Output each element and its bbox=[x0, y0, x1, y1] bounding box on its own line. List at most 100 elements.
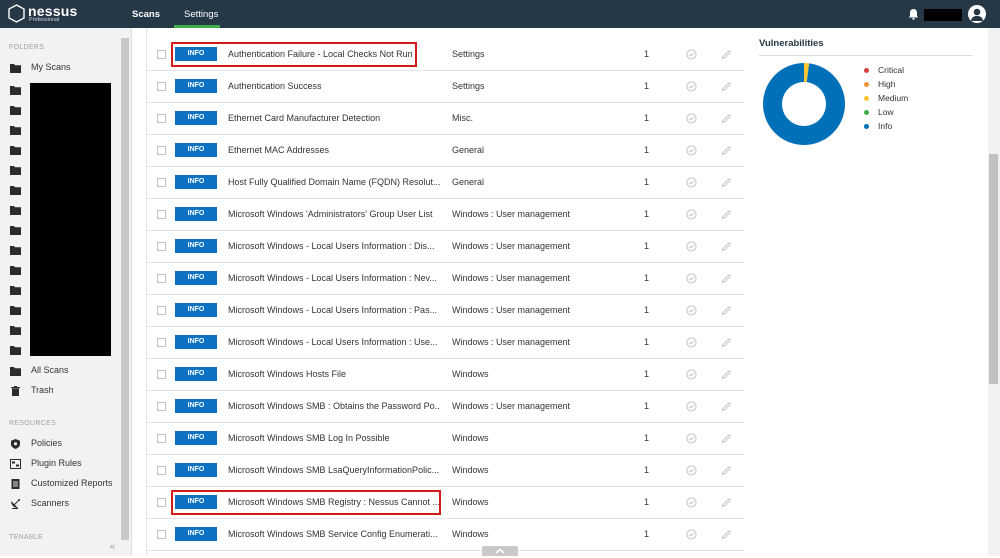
sidebar-item-label: Policies bbox=[31, 438, 63, 448]
table-row[interactable]: INFO Microsoft Windows SMB Log In Possibl… bbox=[147, 423, 744, 455]
row-checkbox[interactable] bbox=[157, 242, 166, 251]
collapse-sidebar-icon[interactable]: « bbox=[110, 541, 115, 551]
check-circle-icon[interactable] bbox=[686, 433, 697, 444]
check-circle-icon[interactable] bbox=[686, 465, 697, 476]
pencil-icon[interactable] bbox=[721, 113, 732, 124]
notifications-bell-icon[interactable] bbox=[908, 8, 919, 20]
pencil-icon[interactable] bbox=[721, 145, 732, 156]
pencil-icon[interactable] bbox=[721, 401, 732, 412]
table-row[interactable]: INFO Microsoft Windows - Local Users Info… bbox=[147, 295, 744, 327]
check-circle-icon[interactable] bbox=[686, 209, 697, 220]
check-circle-icon[interactable] bbox=[686, 529, 697, 540]
row-checkbox[interactable] bbox=[157, 466, 166, 475]
check-circle-icon[interactable] bbox=[686, 273, 697, 284]
row-checkbox[interactable] bbox=[157, 274, 166, 283]
sidebar-item-plugin-rules[interactable]: Plugin Rules bbox=[0, 455, 118, 473]
table-row[interactable]: INFO Microsoft Windows SMB : Obtains the … bbox=[147, 391, 744, 423]
check-circle-icon[interactable] bbox=[686, 81, 697, 92]
row-checkbox[interactable] bbox=[157, 146, 166, 155]
check-circle-icon[interactable] bbox=[686, 145, 697, 156]
table-row[interactable]: INFO Authentication Failure - Local Check… bbox=[147, 39, 744, 71]
plugin-name[interactable]: Microsoft Windows SMB : Obtains the Pass… bbox=[228, 401, 440, 411]
check-circle-icon[interactable] bbox=[686, 305, 697, 316]
check-circle-icon[interactable] bbox=[686, 497, 697, 508]
pencil-icon[interactable] bbox=[721, 49, 732, 60]
plugin-name[interactable]: Ethernet MAC Addresses bbox=[228, 145, 440, 155]
plugin-name[interactable]: Host Fully Qualified Domain Name (FQDN) … bbox=[228, 177, 440, 187]
table-row[interactable]: INFO Microsoft Windows - Local Users Info… bbox=[147, 327, 744, 359]
plugin-name[interactable]: Microsoft Windows SMB Log In Possible bbox=[228, 433, 440, 443]
sidebar-item-scanners[interactable]: Scanners bbox=[0, 495, 118, 513]
check-circle-icon[interactable] bbox=[686, 49, 697, 60]
row-checkbox[interactable] bbox=[157, 402, 166, 411]
pencil-icon[interactable] bbox=[721, 177, 732, 188]
sidebar-item-policies[interactable]: Policies bbox=[0, 435, 118, 453]
tab-scans[interactable]: Scans bbox=[132, 9, 160, 20]
plugin-family: Windows : User management bbox=[452, 241, 571, 251]
plugin-name[interactable]: Microsoft Windows Hosts File bbox=[228, 369, 440, 379]
pencil-icon[interactable] bbox=[721, 81, 732, 92]
pencil-icon[interactable] bbox=[721, 465, 732, 476]
main-scrollbar-thumb[interactable] bbox=[989, 154, 998, 384]
row-checkbox[interactable] bbox=[157, 498, 166, 507]
plugin-name[interactable]: Microsoft Windows - Local Users Informat… bbox=[228, 337, 440, 347]
row-checkbox[interactable] bbox=[157, 306, 166, 315]
pencil-icon[interactable] bbox=[721, 433, 732, 444]
table-row[interactable]: INFO Microsoft Windows - Local Users Info… bbox=[147, 263, 744, 295]
sidebar-item-customized-reports[interactable]: Customized Reports bbox=[0, 475, 118, 493]
plugin-name[interactable]: Microsoft Windows SMB Service Config Enu… bbox=[228, 529, 440, 539]
pencil-icon[interactable] bbox=[721, 305, 732, 316]
check-circle-icon[interactable] bbox=[686, 401, 697, 412]
plugin-family: Windows : User management bbox=[452, 273, 571, 283]
pencil-icon[interactable] bbox=[721, 337, 732, 348]
row-checkbox[interactable] bbox=[157, 434, 166, 443]
pencil-icon[interactable] bbox=[721, 209, 732, 220]
scroll-to-top-button[interactable] bbox=[482, 546, 518, 556]
table-row[interactable]: INFO Ethernet Card Manufacturer Detection… bbox=[147, 103, 744, 135]
row-checkbox[interactable] bbox=[157, 114, 166, 123]
row-checkbox[interactable] bbox=[157, 210, 166, 219]
row-checkbox[interactable] bbox=[157, 178, 166, 187]
row-checkbox[interactable] bbox=[157, 50, 166, 59]
table-row[interactable]: INFO Authentication Success Settings 1 bbox=[147, 71, 744, 103]
row-checkbox[interactable] bbox=[157, 82, 166, 91]
sidebar-item-trash[interactable]: Trash bbox=[0, 382, 118, 400]
table-row[interactable]: INFO Microsoft Windows SMB Service Config… bbox=[147, 519, 744, 551]
table-row[interactable]: INFO Microsoft Windows 'Administrators' G… bbox=[147, 199, 744, 231]
table-row[interactable]: INFO Ethernet MAC Addresses General 1 bbox=[147, 135, 744, 167]
check-circle-icon[interactable] bbox=[686, 113, 697, 124]
tab-settings[interactable]: Settings bbox=[184, 9, 218, 20]
sidebar-scrollbar[interactable] bbox=[121, 38, 129, 540]
plugin-name[interactable]: Microsoft Windows SMB LsaQueryInformatio… bbox=[228, 465, 440, 475]
pencil-icon[interactable] bbox=[721, 241, 732, 252]
check-circle-icon[interactable] bbox=[686, 369, 697, 380]
plugin-family: General bbox=[452, 177, 485, 187]
table-row[interactable]: INFO Microsoft Windows Hosts File Windows 1 bbox=[147, 359, 744, 391]
check-circle-icon[interactable] bbox=[686, 177, 697, 188]
row-checkbox[interactable] bbox=[157, 530, 166, 539]
check-circle-icon[interactable] bbox=[686, 241, 697, 252]
table-row[interactable]: INFO Microsoft Windows SMB LsaQueryInform… bbox=[147, 455, 744, 487]
pencil-icon[interactable] bbox=[721, 273, 732, 284]
row-checkbox[interactable] bbox=[157, 338, 166, 347]
plugin-name[interactable]: Ethernet Card Manufacturer Detection bbox=[228, 113, 440, 123]
pencil-icon[interactable] bbox=[721, 497, 732, 508]
user-avatar-icon[interactable] bbox=[968, 5, 986, 23]
table-row[interactable]: INFO Host Fully Qualified Domain Name (FQ… bbox=[147, 167, 744, 199]
plugin-name[interactable]: Microsoft Windows - Local Users Informat… bbox=[228, 241, 440, 251]
plugin-name[interactable]: Microsoft Windows 'Administrators' Group… bbox=[228, 209, 440, 219]
nessus-logo[interactable]: nessus Professional bbox=[8, 3, 78, 24]
plugin-name[interactable]: Authentication Success bbox=[228, 81, 440, 91]
check-circle-icon[interactable] bbox=[686, 337, 697, 348]
table-row[interactable]: INFO Microsoft Windows - Local Users Info… bbox=[147, 231, 744, 263]
plugin-name[interactable]: Microsoft Windows - Local Users Informat… bbox=[228, 305, 440, 315]
row-checkbox[interactable] bbox=[157, 370, 166, 379]
sidebar-item-my-scans[interactable]: My Scans bbox=[0, 59, 118, 77]
plugin-count: 1 bbox=[644, 401, 650, 411]
pencil-icon[interactable] bbox=[721, 369, 732, 380]
pencil-icon[interactable] bbox=[721, 529, 732, 540]
table-row[interactable]: INFO Microsoft Windows SMB Registry : Nes… bbox=[147, 487, 744, 519]
sidebar-item-all-scans[interactable]: All Scans bbox=[0, 362, 118, 380]
legend-label: Critical bbox=[878, 65, 904, 75]
plugin-name[interactable]: Microsoft Windows - Local Users Informat… bbox=[228, 273, 440, 283]
